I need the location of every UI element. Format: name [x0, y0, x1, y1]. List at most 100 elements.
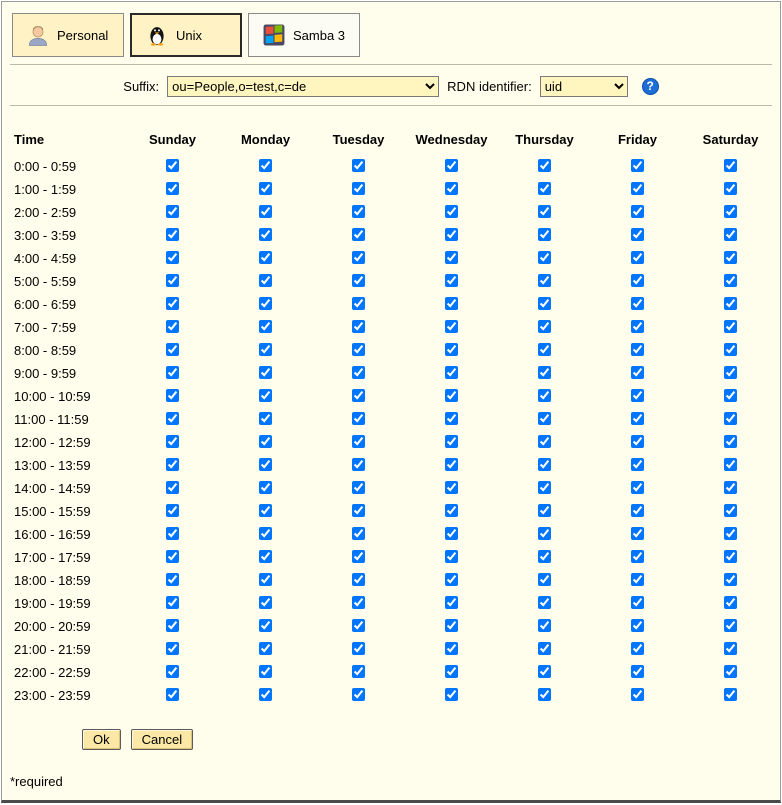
time-day-checkbox[interactable] [724, 642, 737, 655]
time-day-checkbox[interactable] [166, 251, 179, 264]
time-day-checkbox[interactable] [259, 389, 272, 402]
time-day-checkbox[interactable] [631, 412, 644, 425]
time-day-checkbox[interactable] [166, 573, 179, 586]
time-day-checkbox[interactable] [166, 320, 179, 333]
time-day-checkbox[interactable] [631, 435, 644, 448]
time-day-checkbox[interactable] [445, 527, 458, 540]
time-day-checkbox[interactable] [259, 642, 272, 655]
time-day-checkbox[interactable] [166, 297, 179, 310]
time-day-checkbox[interactable] [166, 481, 179, 494]
time-day-checkbox[interactable] [352, 320, 365, 333]
time-day-checkbox[interactable] [724, 527, 737, 540]
time-day-checkbox[interactable] [445, 435, 458, 448]
time-day-checkbox[interactable] [352, 596, 365, 609]
time-day-checkbox[interactable] [538, 251, 551, 264]
time-day-checkbox[interactable] [445, 688, 458, 701]
time-day-checkbox[interactable] [445, 596, 458, 609]
time-day-checkbox[interactable] [259, 504, 272, 517]
time-day-checkbox[interactable] [724, 550, 737, 563]
time-day-checkbox[interactable] [445, 297, 458, 310]
time-day-checkbox[interactable] [538, 596, 551, 609]
time-day-checkbox[interactable] [352, 389, 365, 402]
time-day-checkbox[interactable] [631, 688, 644, 701]
time-day-checkbox[interactable] [166, 504, 179, 517]
time-day-checkbox[interactable] [259, 251, 272, 264]
time-day-checkbox[interactable] [166, 458, 179, 471]
time-day-checkbox[interactable] [259, 688, 272, 701]
time-day-checkbox[interactable] [259, 527, 272, 540]
time-day-checkbox[interactable] [445, 389, 458, 402]
time-day-checkbox[interactable] [259, 182, 272, 195]
time-day-checkbox[interactable] [352, 619, 365, 632]
time-day-checkbox[interactable] [445, 159, 458, 172]
time-day-checkbox[interactable] [631, 665, 644, 678]
time-day-checkbox[interactable] [631, 458, 644, 471]
time-day-checkbox[interactable] [538, 458, 551, 471]
time-day-checkbox[interactable] [352, 182, 365, 195]
time-day-checkbox[interactable] [445, 251, 458, 264]
time-day-checkbox[interactable] [166, 688, 179, 701]
time-day-checkbox[interactable] [166, 642, 179, 655]
time-day-checkbox[interactable] [166, 412, 179, 425]
time-day-checkbox[interactable] [445, 481, 458, 494]
time-day-checkbox[interactable] [352, 412, 365, 425]
time-day-checkbox[interactable] [259, 550, 272, 563]
time-day-checkbox[interactable] [631, 228, 644, 241]
time-day-checkbox[interactable] [166, 182, 179, 195]
time-day-checkbox[interactable] [259, 320, 272, 333]
time-day-checkbox[interactable] [724, 343, 737, 356]
time-day-checkbox[interactable] [724, 504, 737, 517]
time-day-checkbox[interactable] [538, 665, 551, 678]
time-day-checkbox[interactable] [631, 205, 644, 218]
time-day-checkbox[interactable] [631, 573, 644, 586]
time-day-checkbox[interactable] [259, 228, 272, 241]
time-day-checkbox[interactable] [352, 205, 365, 218]
time-day-checkbox[interactable] [538, 182, 551, 195]
time-day-checkbox[interactable] [538, 205, 551, 218]
time-day-checkbox[interactable] [538, 435, 551, 448]
time-day-checkbox[interactable] [352, 159, 365, 172]
time-day-checkbox[interactable] [631, 343, 644, 356]
time-day-checkbox[interactable] [445, 573, 458, 586]
time-day-checkbox[interactable] [538, 274, 551, 287]
time-day-checkbox[interactable] [259, 458, 272, 471]
time-day-checkbox[interactable] [166, 343, 179, 356]
time-day-checkbox[interactable] [445, 366, 458, 379]
time-day-checkbox[interactable] [259, 435, 272, 448]
time-day-checkbox[interactable] [352, 297, 365, 310]
time-day-checkbox[interactable] [631, 274, 644, 287]
time-day-checkbox[interactable] [166, 366, 179, 379]
time-day-checkbox[interactable] [166, 435, 179, 448]
suffix-select[interactable]: ou=People,o=test,c=de [167, 76, 439, 97]
time-day-checkbox[interactable] [445, 642, 458, 655]
time-day-checkbox[interactable] [724, 251, 737, 264]
time-day-checkbox[interactable] [538, 297, 551, 310]
time-day-checkbox[interactable] [352, 458, 365, 471]
time-day-checkbox[interactable] [352, 343, 365, 356]
time-day-checkbox[interactable] [631, 182, 644, 195]
time-day-checkbox[interactable] [445, 274, 458, 287]
time-day-checkbox[interactable] [352, 366, 365, 379]
time-day-checkbox[interactable] [259, 573, 272, 586]
time-day-checkbox[interactable] [259, 159, 272, 172]
time-day-checkbox[interactable] [538, 228, 551, 241]
ok-button[interactable]: Ok [82, 729, 121, 750]
time-day-checkbox[interactable] [631, 504, 644, 517]
time-day-checkbox[interactable] [445, 343, 458, 356]
time-day-checkbox[interactable] [352, 665, 365, 678]
time-day-checkbox[interactable] [631, 642, 644, 655]
time-day-checkbox[interactable] [352, 527, 365, 540]
time-day-checkbox[interactable] [631, 251, 644, 264]
time-day-checkbox[interactable] [445, 619, 458, 632]
time-day-checkbox[interactable] [538, 320, 551, 333]
time-day-checkbox[interactable] [445, 550, 458, 563]
time-day-checkbox[interactable] [166, 550, 179, 563]
time-day-checkbox[interactable] [538, 688, 551, 701]
time-day-checkbox[interactable] [352, 688, 365, 701]
time-day-checkbox[interactable] [259, 297, 272, 310]
time-day-checkbox[interactable] [352, 642, 365, 655]
time-day-checkbox[interactable] [724, 435, 737, 448]
time-day-checkbox[interactable] [538, 550, 551, 563]
time-day-checkbox[interactable] [166, 619, 179, 632]
time-day-checkbox[interactable] [724, 159, 737, 172]
